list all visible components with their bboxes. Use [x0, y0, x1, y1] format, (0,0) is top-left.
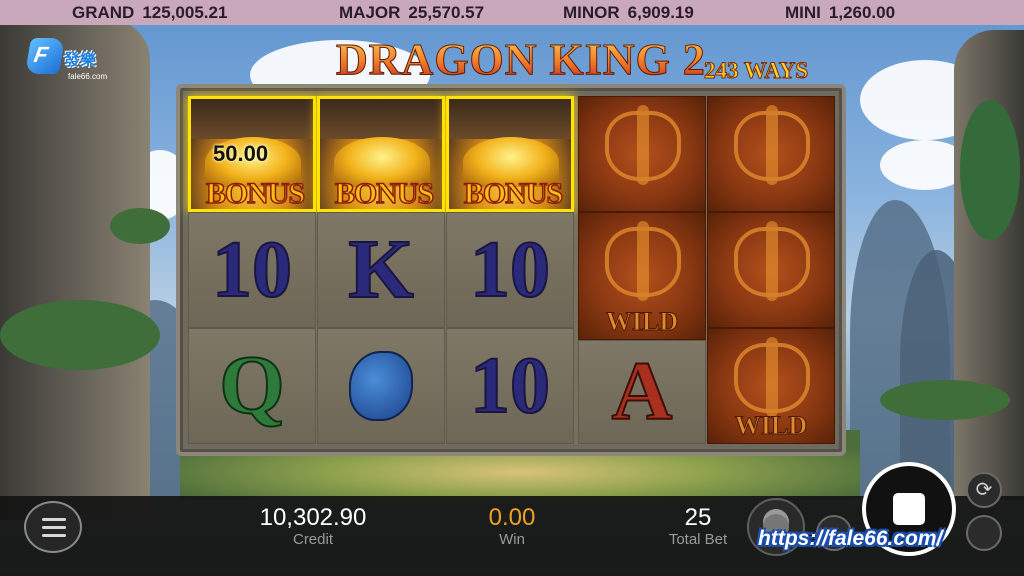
jackpot-minor: MINOR 6,909.19 — [563, 3, 694, 23]
jackpot-value: 6,909.19 — [627, 3, 694, 22]
cave-rock — [320, 99, 442, 139]
jackpot-value: 125,005.21 — [142, 3, 228, 22]
symbol-ten: 10 — [469, 342, 551, 430]
bonus-label: BONUS — [334, 176, 435, 210]
game-title: DRAGON KING 2 — [336, 35, 706, 85]
dragon-icon — [734, 337, 810, 417]
bonus-amount: 50.00 — [213, 141, 269, 166]
wild-symbol — [707, 96, 835, 212]
reel-symbol: 10 — [446, 328, 574, 444]
jackpot-bar: GRAND 125,005.21 MAJOR 25,570.57 MINOR 6,90… — [0, 0, 1024, 25]
logo-domain: fale66.com — [68, 72, 108, 81]
hamburger-icon — [42, 534, 66, 537]
logo-letter: F — [32, 42, 50, 67]
stop-icon — [893, 493, 925, 525]
tree — [880, 380, 1010, 420]
win-label: Win — [499, 531, 525, 548]
jackpot-label: MINOR — [563, 3, 620, 22]
wild-symbol — [707, 212, 835, 328]
jackpot-value: 1,260.00 — [828, 3, 896, 22]
dragon-icon — [734, 105, 810, 185]
autoplay-button[interactable]: ⟳ — [966, 472, 1002, 508]
symbol-ten: 10 — [469, 226, 551, 314]
reel-symbol — [317, 328, 445, 444]
reel-symbol: Q — [188, 328, 316, 444]
symbol-ten: 10 — [211, 226, 293, 314]
jackpot-grand: GRAND 125,005.21 — [72, 3, 227, 23]
symbol-ace: A — [611, 345, 674, 438]
dragon-icon — [605, 221, 681, 301]
credit-label: Credit — [292, 531, 333, 548]
settings-button[interactable] — [966, 515, 1002, 551]
reel-symbol: A — [578, 340, 706, 444]
bonus-label: BONUS — [205, 176, 306, 210]
jackpot-mini: MINI 1,260.00 — [785, 3, 895, 23]
wild-symbol — [578, 96, 706, 212]
jackpot-label: GRAND — [72, 3, 135, 22]
wild-label: WILD — [734, 411, 808, 441]
symbol-queen: Q — [218, 339, 285, 432]
wild-symbol: WILD — [707, 328, 835, 444]
game-title-logo: DRAGON KING 2 — [336, 30, 706, 90]
ways-badge: 243 WAYS — [703, 58, 809, 84]
bonus-label: BONUS — [463, 176, 564, 210]
tree — [960, 100, 1020, 240]
dragon-icon — [605, 105, 681, 185]
site-logo: F 發樂 fale66.com — [24, 36, 114, 86]
cave-rock — [449, 99, 571, 139]
reel-symbol: 10 — [188, 212, 316, 328]
wild-symbol: WILD — [578, 212, 706, 340]
symbol-king: K — [347, 223, 414, 316]
jackpot-label: MINI — [785, 3, 821, 22]
tree — [110, 208, 170, 244]
bonus-symbol: BONUS — [446, 96, 574, 212]
hamburger-icon — [42, 526, 66, 529]
reel-symbol: K — [317, 212, 445, 328]
jackpot-value: 25,570.57 — [408, 3, 485, 22]
cave-rock — [191, 99, 313, 139]
jackpot-label: MAJOR — [339, 3, 401, 22]
reel-symbol: 10 — [446, 212, 574, 328]
left-cliff — [0, 20, 150, 520]
logo-name: 發樂 — [64, 52, 97, 69]
logo-badge-icon: F — [24, 38, 66, 74]
bonus-symbol: 50.00 BONUS — [188, 96, 316, 212]
tree — [0, 300, 160, 370]
menu-button[interactable] — [24, 501, 82, 553]
koi-fish-icon — [349, 351, 413, 421]
bonus-symbol: BONUS — [317, 96, 445, 212]
refresh-icon: ⟳ — [975, 479, 993, 501]
wild-label: WILD — [605, 307, 679, 337]
win-value: 0.00 — [488, 504, 536, 531]
credit-value: 10,302.90 — [259, 504, 367, 531]
watermark-url: https://fale66.com/ — [758, 527, 943, 550]
dragon-icon — [734, 221, 810, 301]
jackpot-major: MAJOR 25,570.57 — [339, 3, 484, 23]
hamburger-icon — [42, 518, 66, 521]
